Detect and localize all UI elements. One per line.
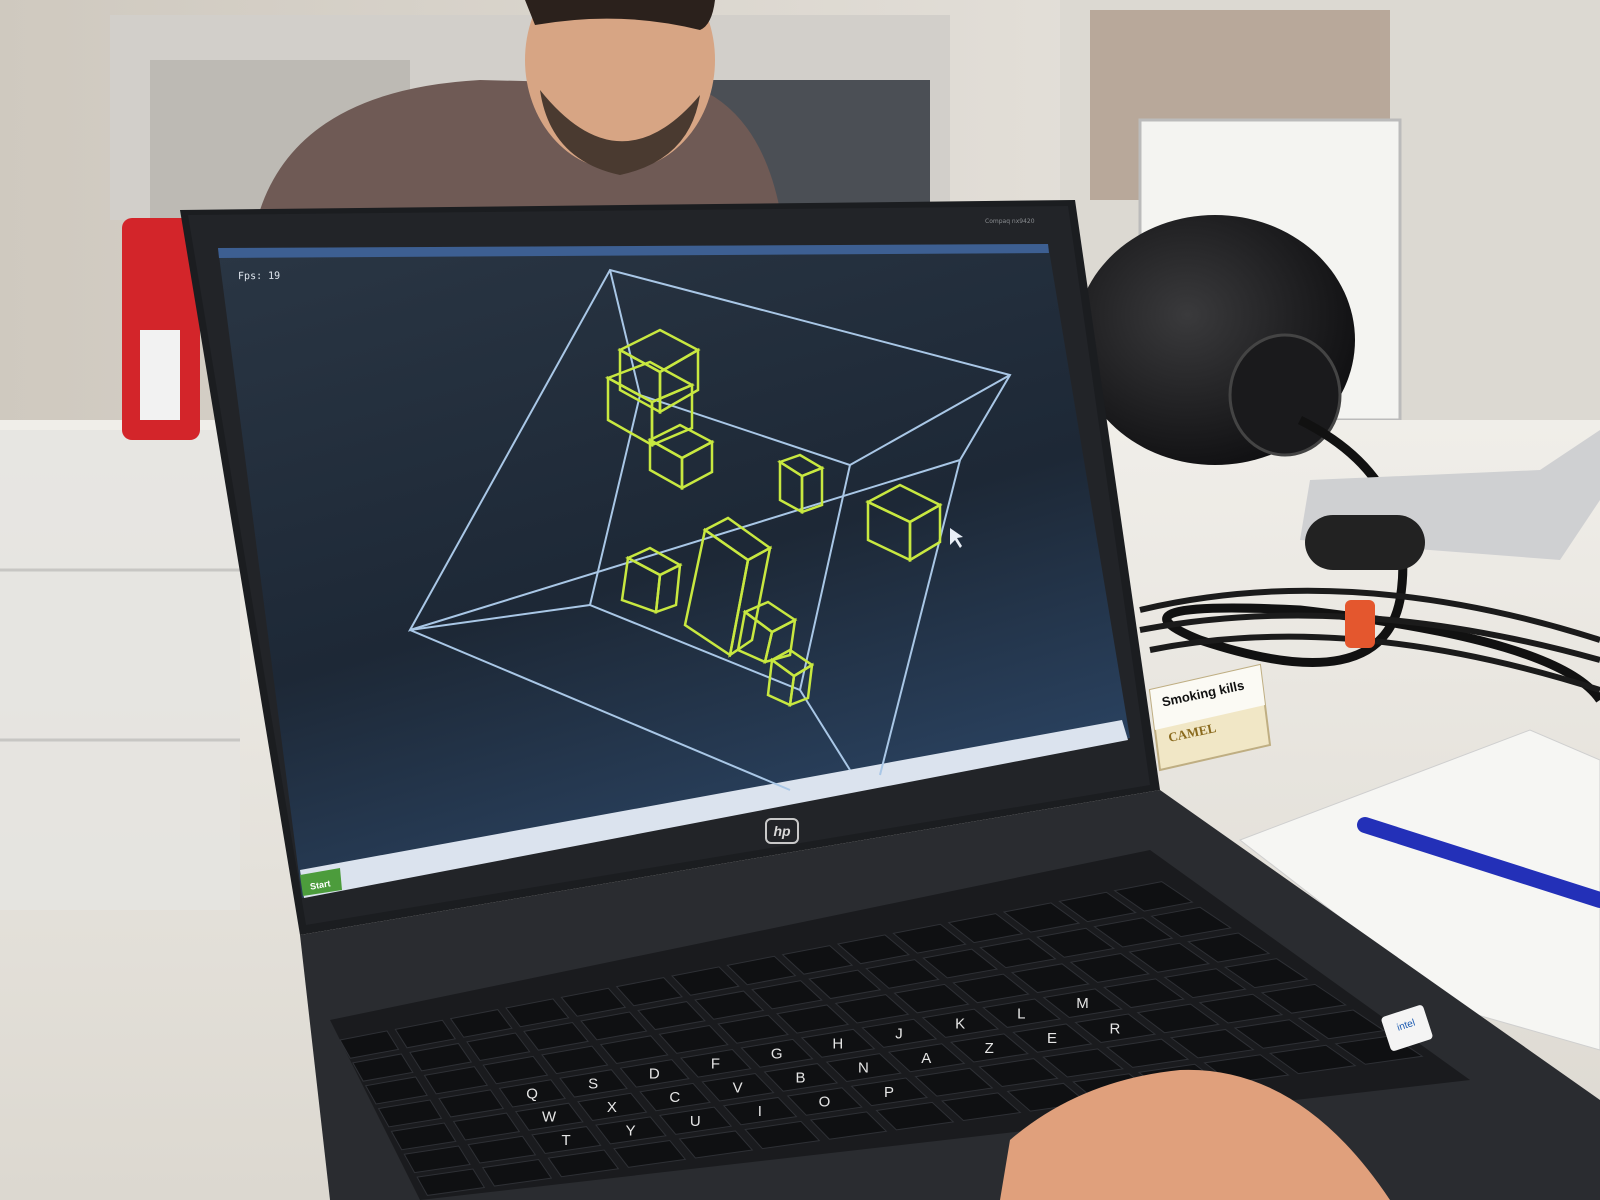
key-label: Y xyxy=(626,1122,636,1139)
plastic-drawers xyxy=(0,430,240,910)
key-label: W xyxy=(542,1109,557,1126)
background-mouse xyxy=(1305,515,1425,570)
key-label: E xyxy=(1047,1030,1057,1047)
key-label: F xyxy=(711,1055,720,1072)
key-label: T xyxy=(561,1132,570,1149)
key-label: B xyxy=(796,1069,806,1086)
key-label: C xyxy=(669,1089,680,1106)
key-label: I xyxy=(758,1103,762,1120)
key-label: O xyxy=(819,1094,831,1111)
key-label: S xyxy=(588,1075,598,1092)
key-label: V xyxy=(733,1079,743,1096)
key-label: Z xyxy=(985,1040,994,1057)
key-label: A xyxy=(921,1050,931,1067)
key-label: J xyxy=(895,1025,903,1042)
soda-can-label xyxy=(140,330,180,420)
key-label: N xyxy=(858,1060,869,1077)
key-label: M xyxy=(1076,995,1089,1012)
key-label: H xyxy=(832,1035,843,1052)
fps-counter: Fps: 19 xyxy=(237,270,281,283)
key-label: U xyxy=(690,1113,701,1130)
key-label: P xyxy=(884,1084,894,1101)
key-label: K xyxy=(955,1015,965,1032)
key-label: Q xyxy=(526,1085,538,1102)
key-label: R xyxy=(1110,1020,1121,1037)
key-label: D xyxy=(649,1065,660,1082)
key-label: X xyxy=(607,1099,617,1116)
photo-scene: Q S D F G H J K L M W X C V B N A Z E R T Y U I O P xyxy=(0,0,1600,1200)
hp-logo: hp xyxy=(765,818,799,844)
key-label: L xyxy=(1017,1005,1025,1022)
laptop-brand-label: Compaq nx9420 xyxy=(985,218,1035,225)
key-label: G xyxy=(771,1045,783,1062)
cable-tag xyxy=(1345,600,1375,648)
